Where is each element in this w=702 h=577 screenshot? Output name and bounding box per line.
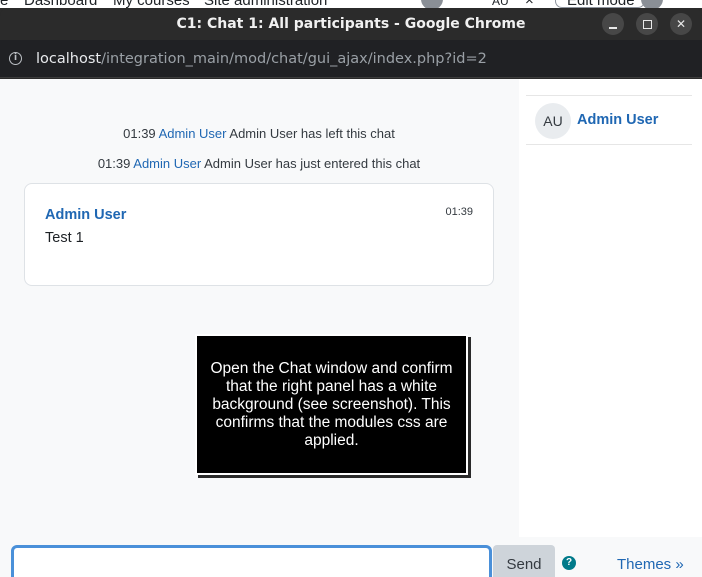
background-avatar-circle: [421, 0, 443, 8]
site-info-icon[interactable]: i: [9, 52, 22, 65]
url-path: /integration_main/mod/chat/gui_ajax/inde…: [101, 51, 487, 67]
window-titlebar[interactable]: C1: Chat 1: All participants - Google Ch…: [0, 8, 702, 40]
chat-message-card: Admin User 01:39 Test 1: [24, 183, 494, 286]
background-toggle-knob: [641, 0, 663, 8]
minimize-button[interactable]: [602, 13, 624, 35]
url-display[interactable]: localhost/integration_main/mod/chat/gui_…: [36, 51, 487, 67]
window-title: C1: Chat 1: All participants - Google Ch…: [176, 16, 526, 32]
message-text: Test 1: [45, 230, 84, 246]
message-input[interactable]: [11, 545, 492, 577]
system-message-text: Admin User has left this chat: [229, 126, 395, 141]
system-message-user-link[interactable]: Admin User: [133, 156, 201, 171]
url-host: localhost: [36, 51, 102, 67]
background-nav-site-admin: Site administration: [204, 0, 327, 8]
background-nav-my-courses: My courses: [113, 0, 190, 8]
message-author[interactable]: Admin User: [45, 207, 126, 223]
close-window-button[interactable]: ✕: [670, 13, 692, 35]
background-nav-item: e: [0, 0, 8, 8]
maximize-button[interactable]: [636, 13, 658, 35]
system-message-time: 01:39: [123, 126, 156, 141]
send-button[interactable]: Send: [493, 545, 555, 577]
input-bar: Send ? Themes »: [0, 537, 702, 577]
system-message: 01:39 Admin User Admin User has left thi…: [0, 126, 518, 141]
help-icon[interactable]: ?: [562, 556, 576, 570]
user-name-link[interactable]: Admin User: [577, 112, 658, 128]
chrome-popup-window: C1: Chat 1: All participants - Google Ch…: [0, 8, 702, 577]
chat-page: 01:39 Admin User Admin User has left thi…: [0, 79, 702, 577]
background-nav-dashboard: Dashboard: [24, 0, 97, 8]
system-message-user-link[interactable]: Admin User: [159, 126, 227, 141]
themes-link[interactable]: Themes »: [617, 556, 684, 573]
background-edit-mode-toggle: [555, 0, 645, 8]
system-message-time: 01:39: [97, 156, 131, 171]
system-message: 01:39 Admin User Admin User has just ent…: [0, 156, 518, 171]
messages-panel: 01:39 Admin User Admin User has left thi…: [0, 79, 518, 577]
avatar: AU: [535, 103, 571, 139]
system-message-text: Admin User has just entered this chat: [204, 156, 421, 171]
users-panel: AU Admin User: [519, 79, 702, 539]
background-page-strip: e Dashboard My courses Site administrati…: [0, 0, 702, 8]
instruction-tooltip: Open the Chat window and confirm that th…: [195, 334, 468, 475]
background-avatar-initials: AU: [492, 0, 509, 8]
address-bar: i localhost/integration_main/mod/chat/gu…: [0, 40, 702, 78]
background-close-glyph: ×: [525, 0, 534, 8]
message-time: 01:39: [445, 206, 473, 218]
user-list-item[interactable]: AU Admin User: [526, 95, 692, 145]
